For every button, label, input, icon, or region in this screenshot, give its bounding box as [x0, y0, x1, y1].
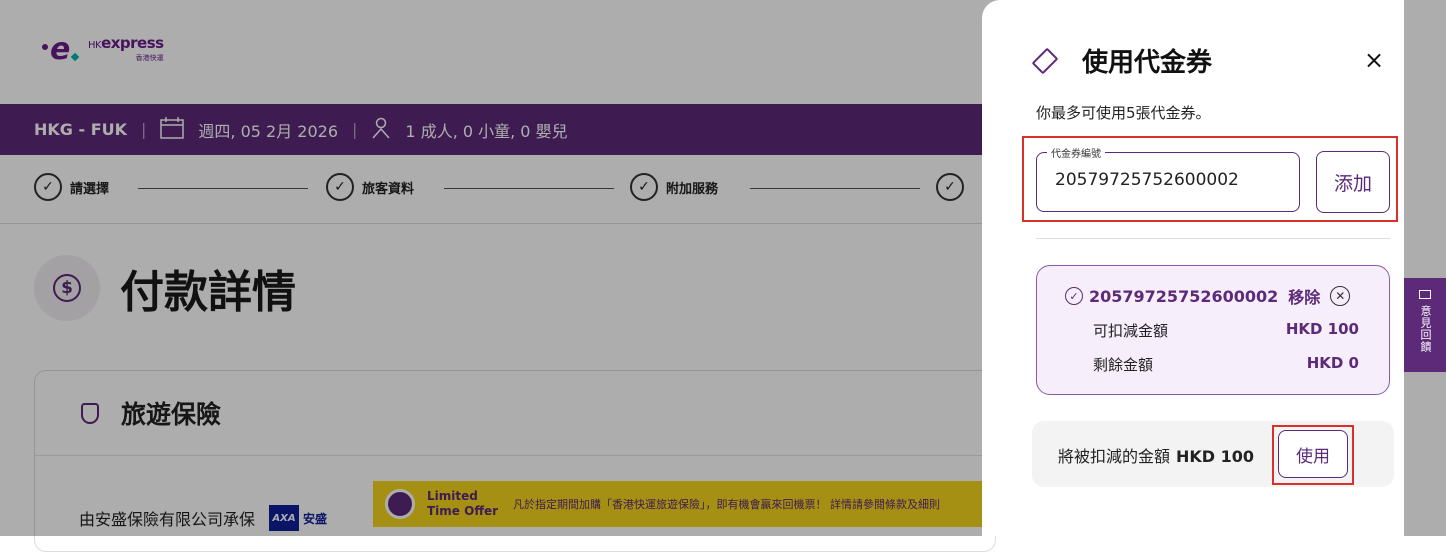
drawer-title: 使用代金券: [1031, 42, 1213, 79]
feedback-tab[interactable]: 意見回饋: [1404, 278, 1446, 372]
deductible-row: 可扣減金額 HKD 100: [1093, 320, 1359, 341]
check-circle-icon: ✓: [1065, 287, 1083, 305]
ticket-icon: [1031, 47, 1059, 74]
feedback-icon: [1419, 290, 1431, 299]
voucher-code-input[interactable]: [1053, 169, 1287, 191]
deductible-label: 可扣減金額: [1093, 322, 1169, 340]
applied-voucher-header: ✓ 20579725752600002 移除 ✕: [1065, 284, 1351, 308]
voucher-drawer: 使用代金券 × 你最多可使用5張代金券。 代金券編號 添加 ✓ 20579725…: [982, 0, 1404, 536]
voucher-code-label: 代金券編號: [1047, 145, 1105, 160]
voucher-code-field[interactable]: 代金券編號: [1036, 145, 1300, 212]
remaining-row: 剩餘金額 HKD 0: [1093, 354, 1359, 375]
voucher-limit-hint: 你最多可使用5張代金券。: [1036, 104, 1211, 122]
add-voucher-button[interactable]: 添加: [1316, 151, 1390, 213]
applied-voucher-code: 20579725752600002: [1089, 286, 1279, 306]
summary-label: 將被扣減的金額: [1058, 447, 1171, 466]
remove-voucher-link[interactable]: 移除: [1288, 284, 1320, 308]
remove-circle-icon[interactable]: ✕: [1330, 286, 1351, 306]
divider: [1036, 238, 1390, 239]
use-voucher-button[interactable]: 使用: [1278, 430, 1348, 478]
deductible-value: HKD 100: [1285, 320, 1359, 338]
remaining-label: 剩餘金額: [1093, 356, 1154, 374]
feedback-label: 意見回饋: [1419, 305, 1432, 353]
remaining-value: HKD 0: [1306, 354, 1359, 372]
close-icon[interactable]: ×: [1364, 46, 1384, 74]
drawer-title-text: 使用代金券: [1082, 48, 1213, 78]
applied-voucher-card: ✓ 20579725752600002 移除 ✕ 可扣減金額 HKD 100 剩…: [1036, 265, 1390, 395]
summary-amount: HKD 100: [1176, 447, 1255, 466]
